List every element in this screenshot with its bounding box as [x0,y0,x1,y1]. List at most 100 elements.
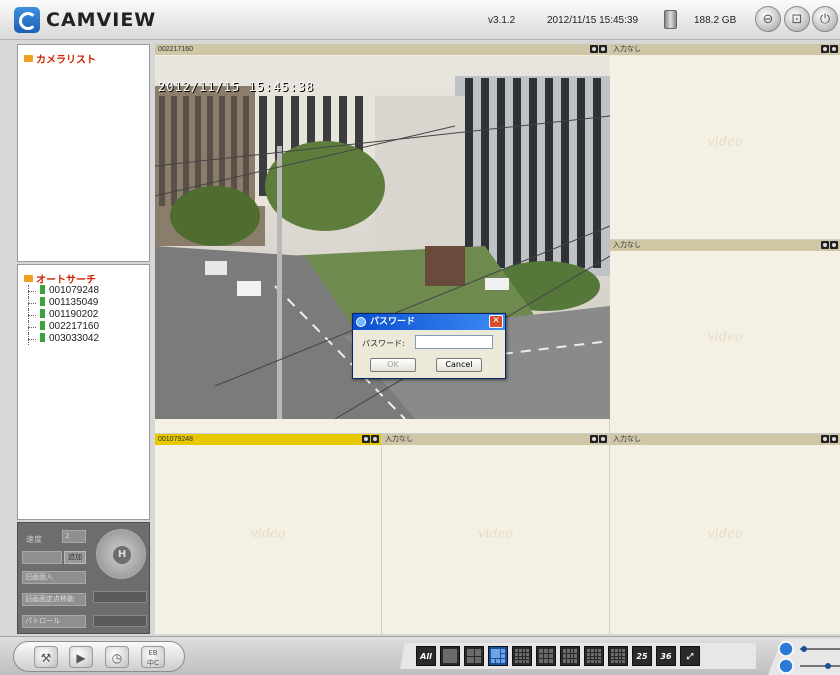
video-cell-selected[interactable]: 001079248 video [155,434,381,634]
ptz-joystick[interactable]: H [96,529,146,579]
ptz-home-icon[interactable]: H [113,546,131,564]
ptz-control-panel: 速度 2 追加 旧画面入 旧画面定点移動 パトロール H [17,522,150,634]
close-icon[interactable]: ✕ [489,315,503,328]
snapshot-icon[interactable] [821,435,829,443]
app-title: CAMVIEW [46,9,157,31]
video-cell[interactable]: 入力なし video [610,240,840,433]
camera-list-label: カメラリスト [36,55,96,66]
folder-icon [24,275,33,282]
tools-pill: ⚒ ▶ ◷ EB 中C [13,641,185,672]
cell-header: 入力なし [382,434,609,445]
preset-select[interactable]: 旧画面定点移動 [22,593,86,606]
password-input[interactable] [415,335,493,349]
cell-header: 002217160 [155,44,609,55]
schedule-icon[interactable]: ◷ [105,646,129,668]
snapshot-icon[interactable] [362,435,370,443]
layout-all-label: All [420,652,432,661]
playback-icon[interactable]: ▶ [69,646,93,668]
cancel-button[interactable]: Cancel [436,358,482,372]
speed-label: 速度 [26,535,42,544]
cell-header: 入力なし [610,434,840,445]
power-button[interactable]: ⏻ [812,6,838,32]
camview-logo-icon [14,7,40,33]
volume-control [768,639,840,675]
language-button[interactable]: EB 中C [141,646,165,668]
fullscreen-icon[interactable]: ⤢ [680,646,700,666]
camera-id: 003033042 [49,333,100,344]
cell-camera-id: 入力なし [613,436,641,443]
record-icon[interactable] [830,241,838,249]
speed-select[interactable]: 2 [62,530,86,543]
record-icon[interactable] [371,435,379,443]
video-cell[interactable]: 入力なし video [382,434,609,634]
window-button[interactable]: ⊡ [784,6,810,32]
video-cell[interactable]: 入力なし video [610,44,840,239]
camera-list-title[interactable]: カメラリスト [24,51,96,66]
lang-label-1: EB [148,649,158,657]
layout-4-button[interactable] [464,646,484,666]
add-button[interactable]: 追加 [64,551,86,564]
app-icon [356,317,366,327]
camera-id: 001135049 [49,297,99,308]
snapshot-icon[interactable] [821,241,829,249]
camera-item[interactable]: 002217160 [26,321,99,333]
password-label: パスワード: [362,339,405,348]
camera-item[interactable]: 001190202 [26,309,99,321]
version-label: v3.1.2 [488,15,516,26]
top-bar: CAMVIEW v3.1.2 2012/11/15 15:45:39 188.2… [0,0,840,40]
camera-item[interactable]: 001135049 [26,297,99,309]
preset-name-input[interactable] [22,551,62,564]
layout-9-button[interactable] [536,646,556,666]
cell-camera-id: 入力なし [613,242,641,249]
camera-icon [40,309,45,318]
camera-list-panel: カメラリスト [17,44,150,262]
layout-6-button[interactable] [488,646,508,666]
camera-id: 001079248 [49,285,100,296]
autosearch-title[interactable]: オートサーチ [24,271,96,286]
settings-tools-icon[interactable]: ⚒ [34,646,58,668]
hdd-icon [664,10,677,29]
timing-select[interactable]: 旧画面入 [22,571,86,584]
dialog-title-bar: パスワード ✕ [353,314,505,330]
patrol-button[interactable]: パトロール [22,615,86,628]
layout-36-button[interactable]: 36 [656,646,676,666]
lang-label-2: 中C [147,659,159,667]
camview-window: CAMVIEW v3.1.2 2012/11/15 15:45:39 188.2… [0,0,840,675]
cell-camera-id: 002217160 [158,46,194,53]
camera-item[interactable]: 001079248 [26,285,99,297]
password-dialog: パスワード ✕ パスワード: OK Cancel [352,313,506,379]
folder-icon [24,55,33,62]
layout-10-button[interactable] [560,646,580,666]
snapshot-icon[interactable] [590,45,598,53]
video-cell[interactable]: 入力なし video [610,434,840,634]
cell-camera-id: 001079248 [158,436,194,443]
layout-16-button[interactable] [608,646,628,666]
camera-icon [40,321,45,330]
video-watermark: video [477,526,514,542]
camera-id: 001190202 [49,309,99,320]
snapshot-icon[interactable] [821,45,829,53]
layout-25-label: 25 [636,652,648,661]
layout-13-button[interactable] [584,646,604,666]
ok-button[interactable]: OK [370,358,416,372]
minimize-button[interactable]: ⊖ [755,6,781,32]
current-datetime: 2012/11/15 15:45:39 [547,15,639,26]
cell-header: 001079248 [155,434,381,445]
layout-8-button[interactable] [512,646,532,666]
storage-free: 188.2 GB [694,15,737,26]
layout-25-button[interactable]: 25 [632,646,652,666]
layout-selector: All 25 36 ⤢ [396,643,756,669]
snapshot-icon[interactable] [590,435,598,443]
layout-all-button[interactable]: All [416,646,436,666]
record-icon[interactable] [599,45,607,53]
layout-1-button[interactable] [440,646,460,666]
layout-36-label: 36 [660,652,672,661]
record-icon[interactable] [830,435,838,443]
patrol-start-button[interactable] [93,615,147,627]
record-icon[interactable] [830,45,838,53]
autosearch-label: オートサーチ [36,275,96,286]
camera-icon [40,297,45,306]
record-icon[interactable] [599,435,607,443]
camera-item[interactable]: 003033042 [26,333,99,345]
preset-go-button[interactable] [93,591,147,603]
